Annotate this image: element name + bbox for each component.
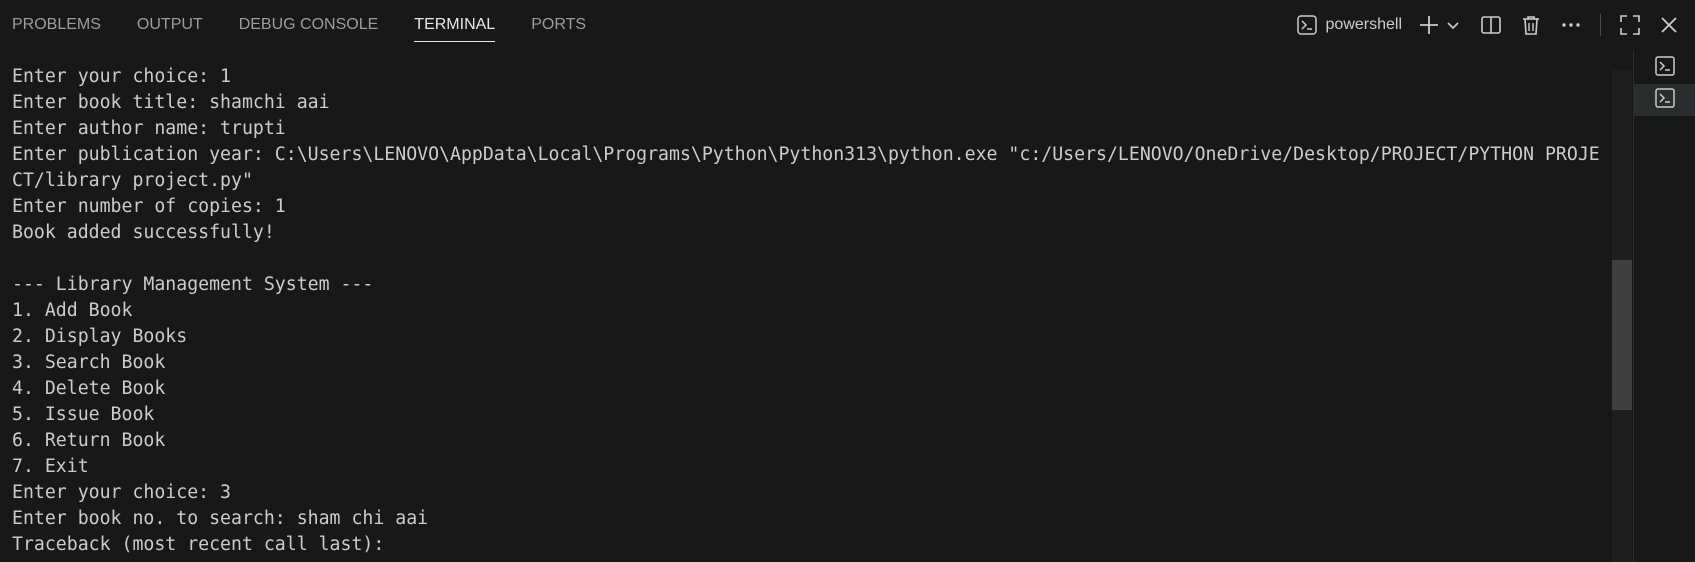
panel-actions: powershell: [1296, 0, 1695, 50]
trash-icon: [1520, 14, 1542, 36]
terminal-line: 2. Display Books: [12, 326, 188, 347]
terminal-line: 4. Delete Book: [12, 378, 166, 399]
tab-problems[interactable]: PROBLEMS: [12, 0, 101, 50]
terminal-line: 1. Add Book: [12, 300, 133, 321]
terminal-line: CT/library project.py": [12, 170, 253, 191]
terminal-icon: [1296, 14, 1318, 36]
terminal-line: 5. Issue Book: [12, 404, 155, 425]
terminal-line: Enter publication year: C:\Users\LENOVO\…: [12, 144, 1600, 165]
terminal-tabs-list: [1633, 50, 1695, 562]
terminal-line: Enter book no. to search: sham chi aai: [12, 508, 429, 529]
terminal-line: Enter book title: shamchi aai: [12, 92, 330, 113]
split-icon: [1480, 14, 1502, 36]
terminal-line: Enter author name: trupti: [12, 118, 286, 139]
maximize-icon: [1619, 14, 1641, 36]
plus-icon: [1418, 14, 1440, 36]
close-icon: [1659, 15, 1679, 35]
terminal-line: Enter your choice: 1: [12, 66, 231, 87]
terminal-instance-1[interactable]: [1634, 52, 1695, 84]
launch-profile-button[interactable]: [1446, 11, 1460, 39]
terminal-line: 3. Search Book: [12, 352, 166, 373]
terminal-line: 7. Exit: [12, 456, 89, 477]
panel-tabs: PROBLEMS OUTPUT DEBUG CONSOLE TERMINAL P…: [0, 0, 622, 50]
panel-header: PROBLEMS OUTPUT DEBUG CONSOLE TERMINAL P…: [0, 0, 1695, 50]
terminal-instance-2[interactable]: [1634, 84, 1695, 116]
new-terminal-button[interactable]: [1418, 11, 1440, 39]
terminal-scrollbar-thumb[interactable]: [1612, 260, 1632, 410]
tab-terminal[interactable]: TERMINAL: [414, 0, 495, 50]
terminal-line: Book added successfully!: [12, 222, 275, 243]
tab-output[interactable]: OUTPUT: [137, 0, 203, 50]
terminal-output[interactable]: Enter your choice: 1 Enter book title: s…: [12, 64, 1612, 562]
terminal-panel: PROBLEMS OUTPUT DEBUG CONSOLE TERMINAL P…: [0, 0, 1695, 562]
maximize-panel-button[interactable]: [1619, 11, 1641, 39]
shell-label: powershell: [1325, 16, 1402, 33]
shell-selector[interactable]: powershell: [1296, 11, 1402, 39]
more-icon: [1560, 14, 1582, 36]
terminal-line: 6. Return Book: [12, 430, 166, 451]
terminal-line: Enter your choice: 3: [12, 482, 231, 503]
terminal-icon: [1654, 87, 1676, 113]
toolbar-separator: [1600, 14, 1601, 36]
terminal-icon: [1654, 55, 1676, 81]
close-panel-button[interactable]: [1659, 11, 1679, 39]
terminal-line: Enter number of copies: 1: [12, 196, 286, 217]
terminal-line: --- Library Management System ---: [12, 274, 374, 295]
terminal-line: Traceback (most recent call last):: [12, 534, 385, 555]
kill-terminal-button[interactable]: [1520, 11, 1542, 39]
chevron-down-icon: [1446, 18, 1460, 32]
tab-debug-console[interactable]: DEBUG CONSOLE: [239, 0, 379, 50]
split-terminal-button[interactable]: [1480, 11, 1502, 39]
tab-ports[interactable]: PORTS: [531, 0, 586, 50]
more-actions-button[interactable]: [1560, 11, 1582, 39]
